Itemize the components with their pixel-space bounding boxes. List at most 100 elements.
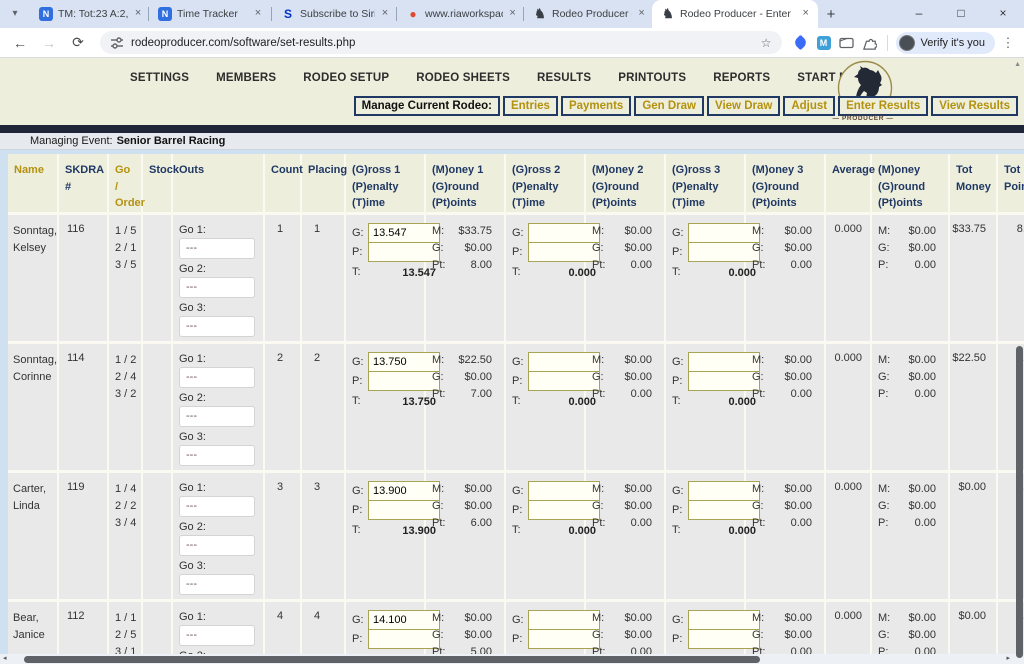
window-close-button[interactable]: × (982, 0, 1024, 28)
verify-its-you-button[interactable]: Verify it's you (895, 31, 995, 54)
header-go-order[interactable]: Go / Order (107, 154, 145, 213)
penalty-3-input[interactable] (688, 370, 760, 391)
browser-tab-2[interactable]: N Time Tracker × (149, 0, 271, 28)
penalty-1-input[interactable] (368, 499, 440, 520)
address-bar[interactable]: rodeoproducer.com/software/set-results.p… (100, 31, 782, 54)
site-settings-tune-icon[interactable] (110, 36, 124, 50)
browser-window: ▾ N TM: Tot:23 A:2, B:9, C:9, D: × N Tim… (0, 0, 1024, 665)
maximize-button[interactable]: □ (940, 0, 982, 28)
gross-1-cell: G: P: T: 13.750 (344, 340, 440, 471)
adjust-button[interactable]: Adjust (783, 96, 836, 116)
scrollbar-up-arrow-icon[interactable]: ▲ (1014, 61, 1021, 68)
penalty-1-input[interactable] (368, 628, 440, 649)
browser-menu-icon[interactable]: ⋮ (1000, 35, 1016, 51)
ground-label: G: (878, 628, 890, 641)
money-label: M: (752, 482, 765, 495)
header-name[interactable]: Name (8, 154, 58, 213)
gross-2-input[interactable] (528, 480, 600, 501)
tab-close-icon[interactable]: × (508, 7, 517, 21)
money-label: M: (432, 224, 445, 237)
gross-3-input[interactable] (688, 351, 760, 372)
gross-2-input[interactable] (528, 609, 600, 630)
gen-draw-button[interactable]: Gen Draw (634, 96, 704, 116)
gross-2-input[interactable] (528, 222, 600, 243)
view-results-button[interactable]: View Results (931, 96, 1018, 116)
reload-button[interactable]: ⟳ (66, 34, 90, 51)
window-controls: – □ × (898, 0, 1024, 28)
penalty-2-input[interactable] (528, 628, 600, 649)
m-extension-icon[interactable]: M (815, 34, 833, 52)
tab-close-icon[interactable]: × (251, 7, 265, 21)
gross-3-input[interactable] (688, 480, 760, 501)
go-3-select[interactable]: --- (179, 315, 255, 337)
browser-tab-3[interactable]: S Subscribe to SiriusXM × (272, 0, 396, 28)
tab-close-icon[interactable]: × (380, 7, 390, 21)
go-3-select[interactable]: --- (179, 573, 255, 595)
gross-3-input[interactable] (688, 222, 760, 243)
header-average: Average (824, 154, 875, 213)
riaworkspace-favicon: ● (409, 7, 417, 21)
nav-results[interactable]: RESULTS (537, 72, 591, 84)
tab-close-icon[interactable]: × (637, 7, 646, 21)
penalty-label: P: (512, 375, 523, 387)
nav-reports[interactable]: REPORTS (713, 72, 770, 84)
bookmark-star-icon[interactable]: ☆ (761, 36, 772, 50)
average-cell: 0.000 (824, 469, 871, 600)
money-1-value: $0.00 (464, 482, 492, 495)
go-1-select[interactable]: --- (179, 495, 255, 517)
horizontal-scrollbar-thumb[interactable] (24, 656, 760, 663)
nav-rodeo-setup[interactable]: RODEO SETUP (303, 72, 389, 84)
gross-2-cell: G: P: T: 0.000 (504, 211, 600, 342)
browser-tab-4[interactable]: ● www.riaworkspace.com: O × (397, 0, 523, 28)
go-1-select[interactable]: --- (179, 624, 255, 646)
gross-1-input[interactable] (368, 609, 440, 630)
entries-button[interactable]: Entries (502, 96, 558, 116)
tab-close-icon[interactable]: × (134, 7, 142, 21)
forward-button[interactable]: → (37, 35, 61, 51)
tab-close-icon[interactable]: × (799, 7, 812, 21)
go-2-select[interactable]: --- (179, 405, 255, 427)
nav-rodeo-sheets[interactable]: RODEO SHEETS (416, 72, 510, 84)
browser-tab-5[interactable]: ♞ Rodeo Producer - Advance × (524, 0, 652, 28)
blue-tag-extension-icon[interactable] (792, 34, 810, 52)
tab-search-chevron-icon[interactable]: ▾ (0, 0, 30, 28)
gross-1-input[interactable] (368, 222, 440, 243)
penalty-3-input[interactable] (688, 241, 760, 262)
back-button[interactable]: ← (8, 35, 32, 51)
wallet-icon[interactable] (838, 34, 856, 52)
browser-tab-1[interactable]: N TM: Tot:23 A:2, B:9, C:9, D: × (30, 0, 148, 28)
scrollbar-left-arrow-icon[interactable]: ◂ (3, 654, 7, 664)
penalty-1-input[interactable] (368, 370, 440, 391)
extensions-puzzle-icon[interactable] (861, 34, 879, 52)
penalty-3-input[interactable] (688, 628, 760, 649)
penalty-2-input[interactable] (528, 499, 600, 520)
enter-results-button[interactable]: Enter Results (838, 96, 929, 116)
scrollbar-right-arrow-icon[interactable]: ▸ (1006, 654, 1010, 664)
points-label: Pt: (592, 387, 606, 400)
gross-1-input[interactable] (368, 351, 440, 372)
go-2-select[interactable]: --- (179, 276, 255, 298)
vertical-scrollbar-thumb[interactable] (1016, 346, 1023, 658)
gross-2-input[interactable] (528, 351, 600, 372)
url-text: rodeoproducer.com/software/set-results.p… (131, 36, 356, 49)
go-3-select[interactable]: --- (179, 444, 255, 466)
penalty-2-input[interactable] (528, 370, 600, 391)
view-draw-button[interactable]: View Draw (707, 96, 781, 116)
nav-settings[interactable]: SETTINGS (130, 72, 189, 84)
penalty-2-input[interactable] (528, 241, 600, 262)
nav-printouts[interactable]: PRINTOUTS (618, 72, 686, 84)
gross-1-input[interactable] (368, 480, 440, 501)
new-tab-button[interactable]: + (818, 2, 844, 28)
gross-3-input[interactable] (688, 609, 760, 630)
ground-label: G: (592, 370, 604, 383)
payments-button[interactable]: Payments (560, 96, 632, 116)
go-2-select[interactable]: --- (179, 534, 255, 556)
penalty-1-input[interactable] (368, 241, 440, 262)
minimize-button[interactable]: – (898, 0, 940, 28)
go-1-select[interactable]: --- (179, 366, 255, 388)
nav-members[interactable]: MEMBERS (216, 72, 276, 84)
avg-ground-value: $0.00 (908, 241, 936, 254)
go-1-select[interactable]: --- (179, 237, 255, 259)
penalty-3-input[interactable] (688, 499, 760, 520)
browser-tab-active[interactable]: ♞ Rodeo Producer - Enter Re × (652, 0, 818, 28)
